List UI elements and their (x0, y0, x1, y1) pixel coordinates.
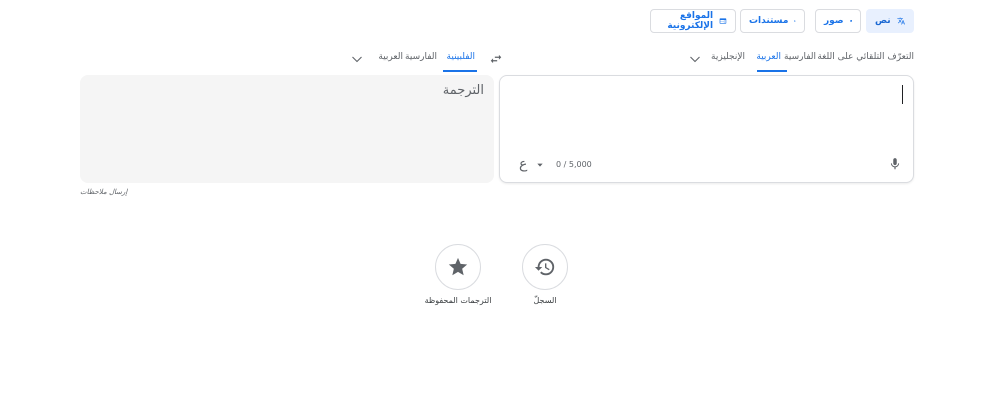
documents-mode-button[interactable]: مستندات (740, 9, 805, 33)
microphone-icon[interactable] (888, 157, 902, 171)
translation-placeholder: الترجمة (442, 83, 484, 98)
websites-mode-button[interactable]: المواقع الإلكترونية (650, 9, 736, 33)
images-mode-button[interactable]: صور (815, 9, 861, 33)
saved-translations-label: الترجمات المحفوظة (424, 296, 492, 305)
saved-translations-button[interactable] (435, 244, 481, 290)
target-lang-chevron-down-icon[interactable] (351, 53, 363, 65)
input-tools-button[interactable]: ع (519, 156, 527, 172)
text-mode-label: نص (875, 16, 891, 26)
source-lang-chevron-down-icon[interactable] (689, 53, 701, 65)
document-icon (794, 20, 796, 22)
translate-icon (897, 17, 905, 25)
source-lang-persian[interactable]: الفارسية (784, 52, 816, 62)
websites-mode-label: المواقع الإلكترونية (667, 11, 714, 31)
history-icon (534, 258, 555, 276)
source-lang-selected-underline (757, 70, 787, 72)
target-lang-filipino[interactable]: الفلبينية (447, 52, 475, 62)
translation-output-panel: الترجمة (80, 75, 494, 183)
website-icon (719, 18, 727, 24)
send-feedback-link[interactable]: إرسال ملاحظات (80, 188, 127, 196)
target-lang-arabic[interactable]: العربية (378, 52, 403, 62)
history-label: السجلّ (533, 296, 557, 305)
history-button[interactable] (522, 244, 568, 290)
images-mode-label: صور (824, 16, 844, 26)
text-cursor (902, 85, 903, 104)
image-icon (849, 20, 852, 22)
target-lang-selected-underline (443, 70, 477, 72)
documents-mode-label: مستندات (749, 16, 789, 26)
target-lang-persian[interactable]: الفارسية (405, 52, 437, 62)
star-icon (448, 257, 468, 276)
character-count: 0 / 5,000 (556, 160, 592, 169)
text-mode-button[interactable]: نص (866, 9, 914, 33)
swap-languages-icon[interactable] (489, 52, 503, 66)
source-lang-english[interactable]: الإنجليزية (711, 52, 745, 62)
input-tools-chevron-icon[interactable] (536, 161, 544, 169)
source-lang-detect[interactable]: التعرّف التلقائي على اللغة (817, 52, 914, 62)
source-lang-arabic[interactable]: العربية (756, 52, 781, 62)
source-text-panel[interactable]: 0 / 5,000 ع (499, 75, 914, 183)
